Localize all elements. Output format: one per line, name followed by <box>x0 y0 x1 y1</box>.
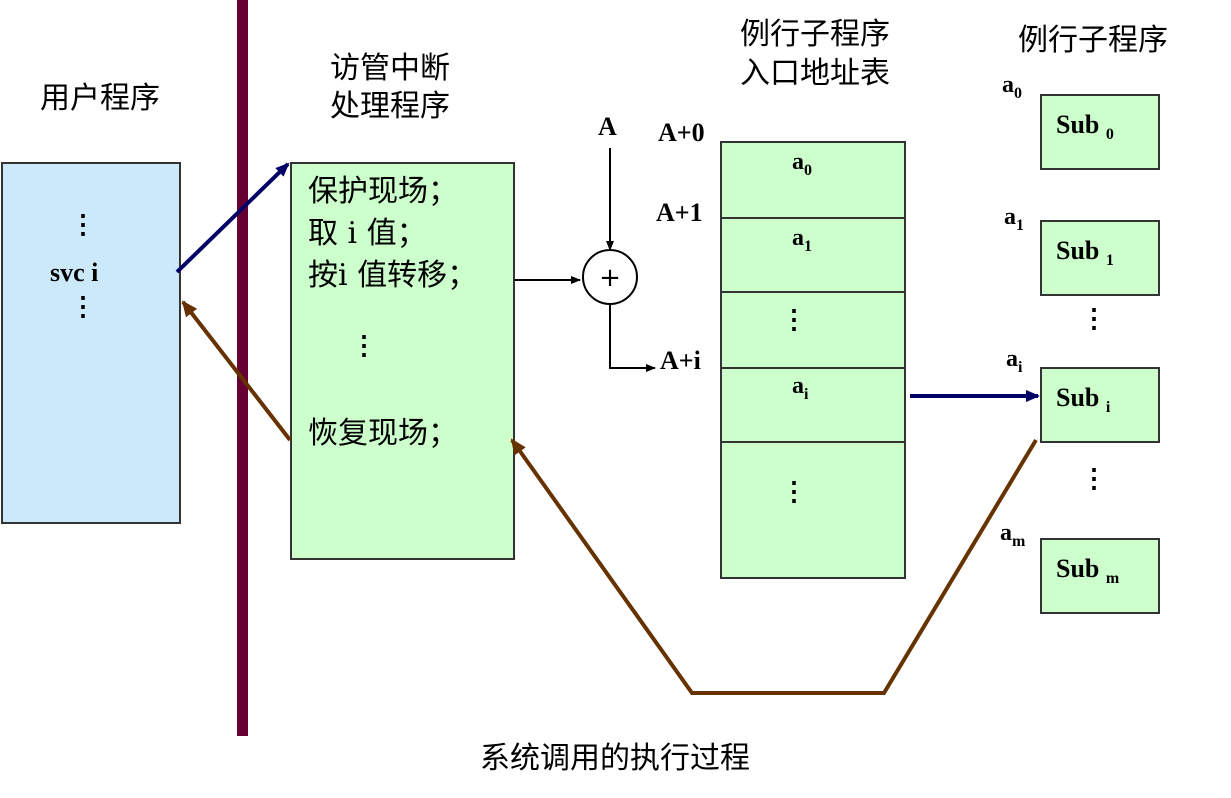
connector-layer: + <box>175 148 1040 695</box>
adder-plus-sign: + <box>599 263 621 293</box>
adder-to-entry-line <box>609 304 656 372</box>
call-arrow <box>175 162 290 274</box>
diagram-caption: 系统调用的执行过程 <box>480 741 750 776</box>
return-to-user-arrow <box>181 300 292 442</box>
return-to-handler-arrow <box>510 438 1038 695</box>
